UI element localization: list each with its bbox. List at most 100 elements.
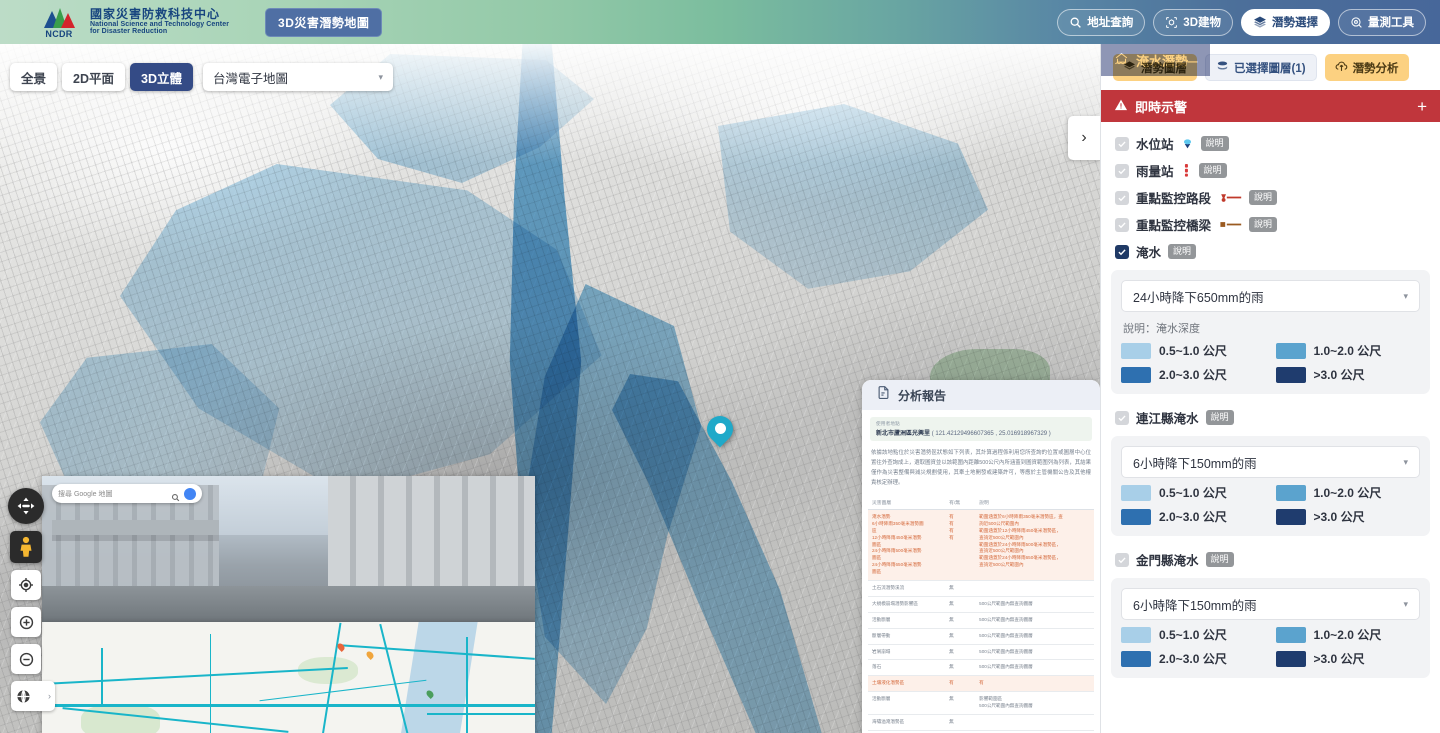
scenario-select-flood-main[interactable]: 24小時降下650mm的雨 ▾: [1121, 280, 1420, 312]
street-view-minimap[interactable]: [42, 622, 535, 733]
legend-label-3: >3.0 公尺: [1314, 508, 1365, 525]
chevron-down-icon: ▾: [378, 72, 383, 83]
table-row: 土石流潛勢溪流 無: [868, 581, 1094, 597]
section-flood-hazard[interactable]: 淹水潛勢 –: [1101, 44, 1210, 76]
report-cell-note: 500公尺範圍內無查詢圖層: [975, 596, 1094, 612]
report-cell-yesno: 無: [945, 692, 975, 715]
report-cell-layer: 大規模崩塌潛勢影響區: [868, 596, 945, 612]
scenario-select-value: 24小時降下650mm的雨: [1133, 287, 1403, 306]
checkbox-水位站[interactable]: [1115, 137, 1129, 151]
legend-swatch-1: [1276, 343, 1306, 359]
layer-toggle-row: 淹水 說明: [1101, 238, 1440, 265]
analysis-report-title: 分析報告: [898, 387, 946, 404]
legend-label-2: 2.0~3.0 公尺: [1159, 508, 1227, 525]
directions-icon[interactable]: [184, 488, 196, 500]
report-location-label: 使用者地點: [876, 421, 1086, 427]
report-cell-yesno: 無: [945, 644, 975, 660]
home-extent-icon[interactable]: [11, 570, 41, 600]
warning-icon: [1114, 98, 1128, 115]
description-button[interactable]: 說明: [1168, 244, 1196, 259]
checkbox-kinmen[interactable]: [1115, 553, 1129, 567]
map-mode-2d[interactable]: 2D平面: [62, 63, 125, 91]
section-realtime-alert-toggle[interactable]: +: [1417, 98, 1427, 115]
map-mode-panorama[interactable]: 全景: [10, 63, 57, 91]
chevron-down-icon: ▾: [1403, 291, 1408, 302]
legend-item: 2.0~3.0 公尺: [1121, 508, 1266, 525]
description-button[interactable]: 說明: [1206, 552, 1234, 567]
description-button[interactable]: 說明: [1201, 136, 1229, 151]
section-realtime-alert[interactable]: 即時示警 +: [1101, 90, 1440, 122]
gauge-marker-icon: [1181, 138, 1194, 150]
report-col-note: 說明: [975, 496, 1094, 510]
tool-hazard-select[interactable]: 潛勢選擇: [1241, 9, 1330, 36]
street-view-search-input[interactable]: 搜尋 Google 地圖: [58, 489, 167, 499]
description-button[interactable]: 說明: [1206, 410, 1234, 425]
layer-toggle-row: 金門縣淹水 說明: [1101, 546, 1440, 573]
checkbox-lienchiang[interactable]: [1115, 411, 1129, 425]
zoom-in-button[interactable]: [11, 607, 41, 637]
description-button[interactable]: 說明: [1249, 190, 1277, 205]
tool-3d-buildings-label: 3D建物: [1183, 14, 1221, 30]
rail-expand-icon: ›: [48, 691, 51, 701]
analysis-report-header: 分析報告: [862, 380, 1100, 410]
zoom-out-button[interactable]: [11, 644, 41, 674]
basemap-globe-button[interactable]: ›: [11, 681, 55, 711]
report-cell-note: 範圍涵蓋於6小時降雨350毫米潛勢區，查詢近500公尺範圍內範圍涵蓋於12小時降…: [975, 510, 1094, 581]
table-row: 海嘯溢淹潛勢區 無: [868, 715, 1094, 731]
report-table: 災害圖層 有/無 說明 淹水潛勢6小時降雨350毫米潛勢圖區12小時降雨450毫…: [868, 496, 1094, 731]
table-row: 大規模崩塌潛勢影響區 無 500公尺範圍內無查詢圖層: [868, 596, 1094, 612]
scenario-select-lienchiang[interactable]: 6小時降下150mm的雨 ▾: [1121, 446, 1420, 478]
report-cell-layer: 落石: [868, 660, 945, 676]
checkbox-雨量站[interactable]: [1115, 164, 1129, 178]
table-row: 活動斷層 無 500公尺範圍內無查詢圖層: [868, 612, 1094, 628]
map-viewport[interactable]: 全景 2D平面 3D立體 台灣電子地圖 ▾: [0, 44, 1100, 733]
map-mode-3d[interactable]: 3D立體: [130, 63, 193, 91]
layer-toggle-row: 水位站 說明: [1101, 130, 1440, 157]
checkbox-重點監控橋梁[interactable]: [1115, 218, 1129, 232]
report-cell-layer: 岩屑崩塌: [868, 644, 945, 660]
layer-label-0: 水位站: [1136, 134, 1174, 153]
section-flood-hazard-toggle[interactable]: –: [1188, 52, 1197, 69]
legend-label-3: >3.0 公尺: [1314, 650, 1365, 667]
action-hazard-analysis[interactable]: 潛勢分析: [1325, 54, 1409, 81]
pegman-icon[interactable]: [10, 531, 42, 563]
ncdr-logo-icon: NCDR: [36, 6, 82, 38]
app-root: NCDR 國家災害防救科技中心 National Science and Tec…: [0, 0, 1440, 733]
tool-address-search-label: 地址查詢: [1087, 14, 1133, 30]
report-table-body: 淹水潛勢6小時降雨350毫米潛勢圖區12小時降雨450毫米潛勢圖區24小時降雨5…: [868, 510, 1094, 731]
report-table-header-row: 災害圖層 有/無 說明: [868, 496, 1094, 510]
report-cell-yesno: 無: [945, 715, 975, 731]
location-marker-pin[interactable]: [707, 416, 733, 450]
layer-label-3: 重點監控橋梁: [1136, 215, 1211, 234]
table-row: 斷層帶動 無 500公尺範圍內無查詢圖層: [868, 628, 1094, 644]
report-cell-note: 500公尺範圍內無查詢圖層: [975, 612, 1094, 628]
description-button[interactable]: 說明: [1199, 163, 1227, 178]
checkbox-重點監控路段[interactable]: [1115, 191, 1129, 205]
panel-collapse-button[interactable]: ›: [1068, 116, 1100, 160]
navigation-compass-icon[interactable]: [8, 488, 44, 524]
street-view-search-box[interactable]: 搜尋 Google 地圖: [52, 484, 202, 503]
report-cell-yesno: 無: [945, 612, 975, 628]
legend-swatch-1: [1276, 485, 1306, 501]
description-button[interactable]: 說明: [1249, 217, 1277, 232]
report-coordinates: ( 121.42129496607365 , 25.016918967329 ): [932, 431, 1051, 437]
report-cell-yesno: 無: [945, 660, 975, 676]
legend-label-2: 2.0~3.0 公尺: [1159, 650, 1227, 667]
tool-measure[interactable]: 量測工具: [1338, 9, 1426, 36]
basemap-select[interactable]: 台灣電子地圖 ▾: [203, 63, 393, 91]
stack-icon: [1216, 60, 1229, 76]
basemap-select-value: 台灣電子地圖: [213, 68, 378, 87]
checkbox-淹水[interactable]: [1115, 245, 1129, 259]
street-view-panorama[interactable]: 搜尋 Google 地圖: [42, 476, 535, 624]
scenario-select-kinmen[interactable]: 6小時降下150mm的雨 ▾: [1121, 588, 1420, 620]
app-header: NCDR 國家災害防救科技中心 National Science and Tec…: [0, 0, 1440, 44]
tool-3d-buildings[interactable]: 3D建物: [1153, 9, 1233, 36]
legend-note-flood-main: 說明：淹水深度: [1123, 320, 1420, 336]
tool-address-search[interactable]: 地址查詢: [1057, 9, 1145, 36]
group-label-lienchiang: 連江縣淹水: [1136, 408, 1199, 427]
action-selected-layers[interactable]: 已選擇圖層(1): [1205, 54, 1317, 81]
legend-swatch-0: [1121, 627, 1151, 643]
logo-wordmark: NCDR: [36, 29, 82, 39]
report-cell-note: [975, 715, 1094, 731]
report-cell-layer: 土壤液化潛勢區: [868, 676, 945, 692]
